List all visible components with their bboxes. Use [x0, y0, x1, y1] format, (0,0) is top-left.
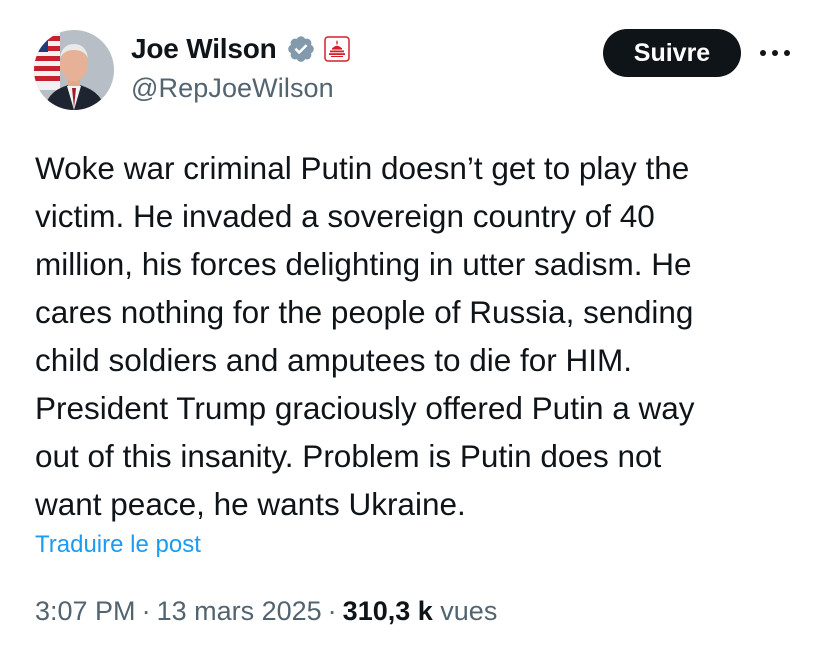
meta-separator-2: · — [327, 596, 337, 626]
author-display-name[interactable]: Joe Wilson — [131, 33, 277, 65]
more-options-icon[interactable] — [758, 42, 792, 64]
post-date[interactable]: 13 mars 2025 — [157, 596, 322, 626]
profile-photo — [34, 30, 114, 110]
author-name-row: Joe Wilson — [131, 30, 350, 68]
tweet-metadata: 3:07 PM · 13 mars 2025 · 310,3 k vues — [35, 596, 497, 627]
avatar[interactable] — [34, 30, 114, 110]
post-time[interactable]: 3:07 PM — [35, 596, 136, 626]
verified-badge-icon[interactable] — [286, 34, 316, 64]
author-handle[interactable]: @RepJoeWilson — [131, 73, 334, 104]
views-label: vues — [440, 596, 498, 626]
translate-post-link[interactable]: Traduire le post — [35, 531, 201, 559]
tweet-text: Woke war criminal Putin doesn’t get to p… — [35, 150, 695, 522]
us-congress-affiliation-icon[interactable] — [323, 36, 350, 62]
meta-separator: · — [141, 596, 151, 626]
follow-button[interactable]: Suivre — [603, 29, 741, 77]
views-count[interactable]: 310,3 k — [343, 596, 433, 626]
